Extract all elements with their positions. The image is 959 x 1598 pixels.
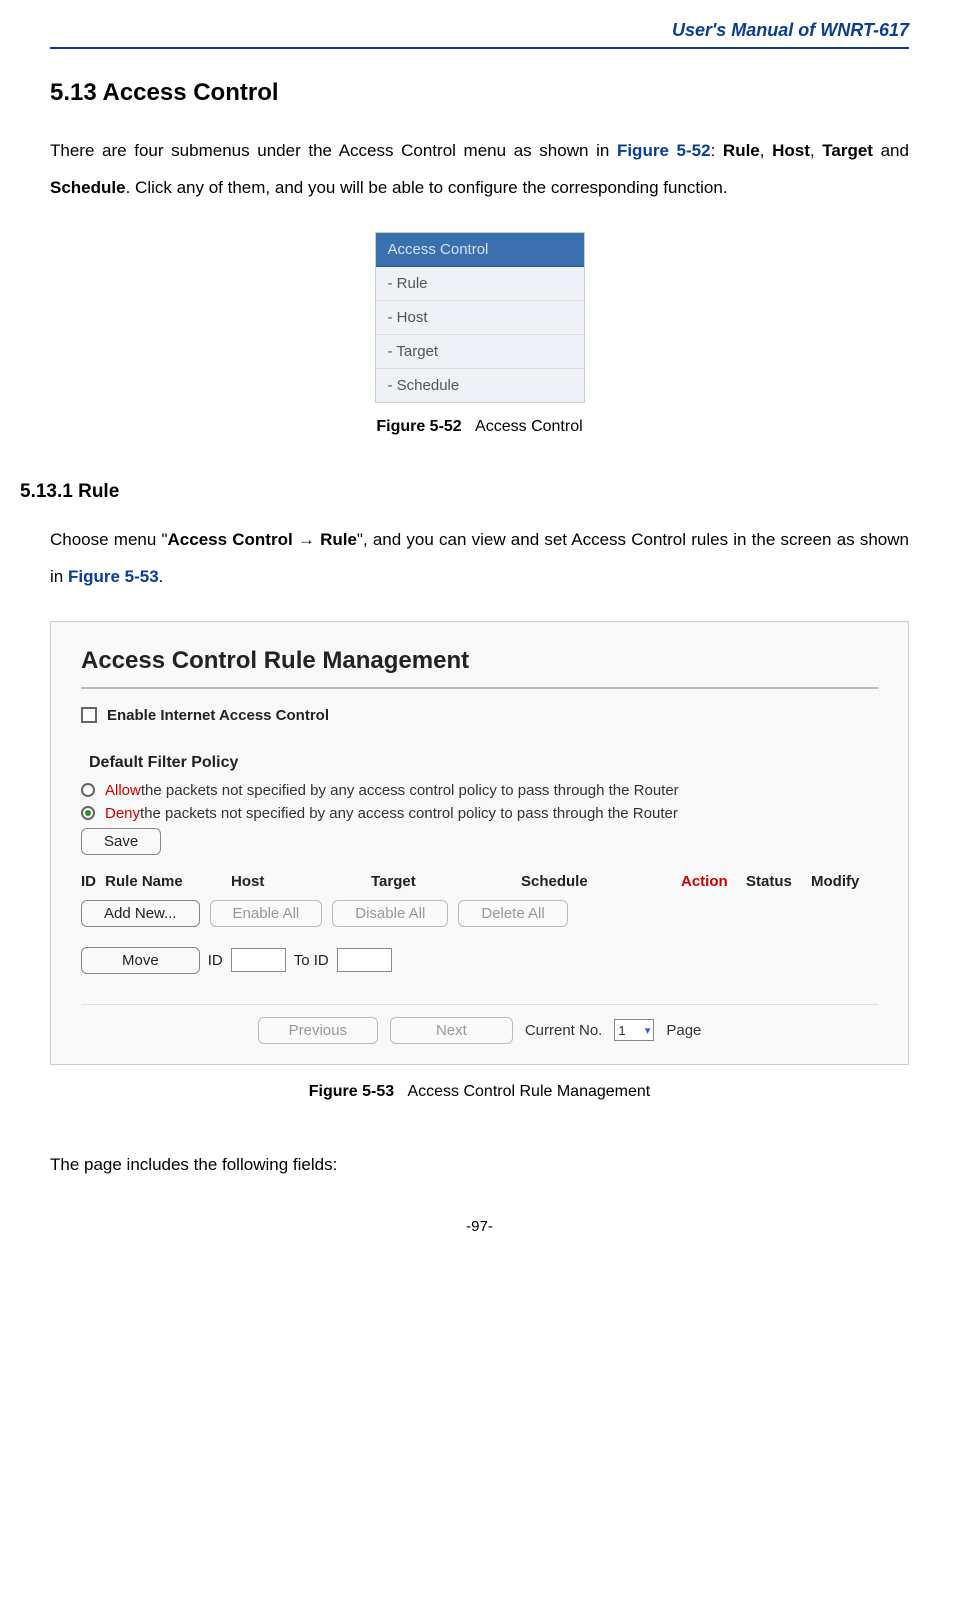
- figure-caption-2: Figure 5-53 Access Control Rule Manageme…: [50, 1083, 909, 1101]
- figure-ref: Figure 5-52: [617, 141, 711, 160]
- to-id-label: To ID: [294, 952, 329, 969]
- page-value: 1: [618, 1023, 625, 1038]
- caption-label: Figure 5-53: [309, 1083, 394, 1100]
- add-new-button[interactable]: Add New...: [81, 900, 200, 927]
- enable-all-button[interactable]: Enable All: [210, 900, 323, 927]
- col-action: Action: [681, 873, 746, 890]
- text: Choose menu ": [50, 530, 168, 549]
- policy-heading: Default Filter Policy: [89, 754, 878, 772]
- menu-figure: Access Control - Rule - Host - Target - …: [375, 232, 585, 403]
- move-to-id-input[interactable]: [337, 948, 392, 972]
- col-status: Status: [746, 873, 811, 890]
- checkbox-icon: [81, 707, 97, 723]
- chevron-down-icon: ▾: [645, 1024, 651, 1037]
- text: There are four submenus under the Access…: [50, 141, 617, 160]
- caption-desc: Access Control Rule Management: [407, 1083, 650, 1100]
- page-select[interactable]: 1 ▾: [614, 1019, 654, 1041]
- panel-title: Access Control Rule Management: [81, 647, 878, 689]
- id-label: ID: [208, 952, 223, 969]
- enable-access-control-checkbox[interactable]: Enable Internet Access Control: [81, 707, 878, 724]
- header-divider: [50, 47, 909, 49]
- menu-name-target: Target: [822, 141, 873, 160]
- page-number: -97-: [50, 1218, 909, 1255]
- col-id: ID: [81, 873, 101, 890]
- next-button[interactable]: Next: [390, 1017, 513, 1044]
- menu-item-target: - Target: [376, 335, 584, 369]
- text: ,: [760, 141, 772, 160]
- caption-desc: Access Control: [475, 418, 583, 435]
- subsection-intro: Choose menu "Access Control → Rule", and…: [50, 521, 909, 596]
- text: :: [711, 141, 723, 160]
- col-rule-name: Rule Name: [101, 873, 231, 890]
- panel-divider: [81, 1004, 878, 1005]
- doc-header: User's Manual of WNRT-617: [50, 20, 909, 47]
- text: . Click any of them, and you will be abl…: [126, 178, 728, 197]
- menu-header: Access Control: [376, 233, 584, 267]
- deny-word: Deny: [105, 805, 140, 822]
- section-heading: 5.13 Access Control: [50, 79, 909, 107]
- policy-text: the packets not specified by any access …: [141, 782, 679, 799]
- radio-icon: [81, 783, 95, 797]
- current-no-label: Current No.: [525, 1022, 603, 1039]
- trailing-text: The page includes the following fields:: [50, 1146, 909, 1183]
- menu-item-rule: - Rule: [376, 267, 584, 301]
- policy-deny-radio[interactable]: Deny the packets not specified by any ac…: [81, 805, 878, 822]
- pager: Previous Next Current No. 1 ▾ Page: [81, 1017, 878, 1044]
- intro-paragraph: There are four submenus under the Access…: [50, 132, 909, 207]
- checkbox-label: Enable Internet Access Control: [107, 707, 329, 724]
- policy-text: the packets not specified by any access …: [140, 805, 678, 822]
- col-schedule: Schedule: [521, 873, 681, 890]
- figure-caption-1: Figure 5-52 Access Control: [50, 418, 909, 436]
- menu-item-host: - Host: [376, 301, 584, 335]
- rule-table-header: ID Rule Name Host Target Schedule Action…: [81, 873, 878, 890]
- col-modify: Modify: [811, 873, 859, 890]
- menu-path: Access Control → Rule: [168, 530, 357, 549]
- move-button[interactable]: Move: [81, 947, 200, 974]
- previous-button[interactable]: Previous: [258, 1017, 378, 1044]
- delete-all-button[interactable]: Delete All: [458, 900, 567, 927]
- allow-word: Allow: [105, 782, 141, 799]
- text: .: [159, 567, 164, 586]
- col-target: Target: [371, 873, 521, 890]
- menu-name-host: Host: [772, 141, 810, 160]
- figure-ref: Figure 5-53: [68, 567, 159, 586]
- text: ,: [810, 141, 822, 160]
- rule-management-panel: Access Control Rule Management Enable In…: [50, 621, 909, 1065]
- radio-icon: [81, 806, 95, 820]
- move-row: Move ID To ID: [81, 947, 878, 974]
- text: and: [873, 141, 909, 160]
- menu-name-rule: Rule: [723, 141, 760, 160]
- policy-allow-radio[interactable]: Allow the packets not specified by any a…: [81, 782, 878, 799]
- menu-name-schedule: Schedule: [50, 178, 126, 197]
- save-button[interactable]: Save: [81, 828, 161, 855]
- col-host: Host: [231, 873, 371, 890]
- subsection-heading: 5.13.1 Rule: [20, 481, 909, 503]
- menu-item-schedule: - Schedule: [376, 369, 584, 402]
- caption-label: Figure 5-52: [376, 418, 461, 435]
- move-id-input[interactable]: [231, 948, 286, 972]
- page-label: Page: [666, 1022, 701, 1039]
- disable-all-button[interactable]: Disable All: [332, 900, 448, 927]
